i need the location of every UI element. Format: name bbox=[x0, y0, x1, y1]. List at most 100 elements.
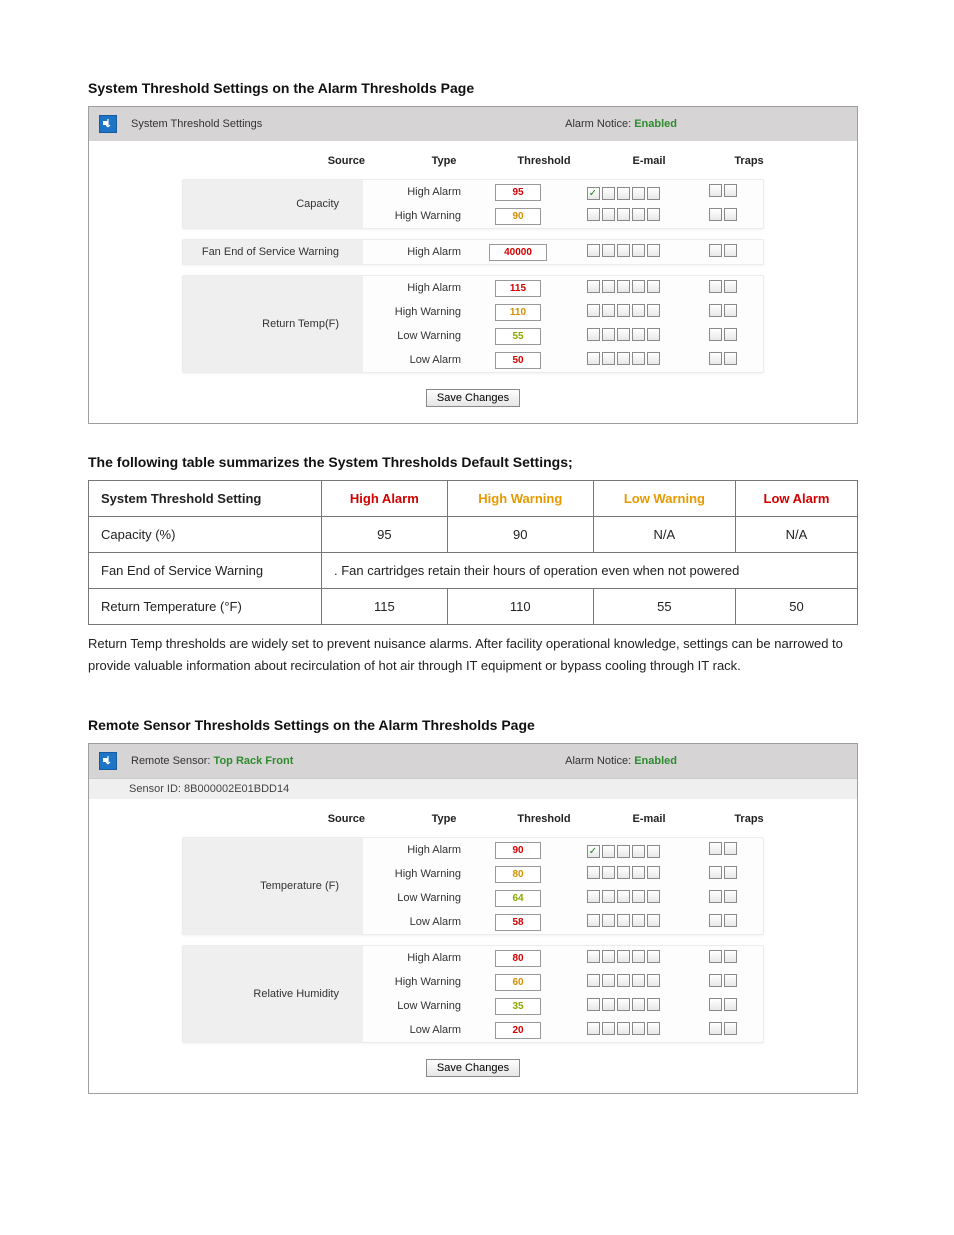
email-checkbox[interactable] bbox=[617, 866, 630, 879]
email-checkbox[interactable] bbox=[587, 244, 600, 257]
threshold-input[interactable] bbox=[495, 304, 541, 321]
email-checkbox[interactable] bbox=[617, 998, 630, 1011]
email-checkbox[interactable] bbox=[617, 208, 630, 221]
save-button[interactable]: Save Changes bbox=[426, 389, 520, 407]
email-checkbox[interactable] bbox=[632, 208, 645, 221]
email-checkbox[interactable] bbox=[587, 1022, 600, 1035]
trap-checkbox[interactable] bbox=[709, 352, 722, 365]
email-checkbox[interactable] bbox=[587, 208, 600, 221]
email-checkbox[interactable] bbox=[647, 208, 660, 221]
email-checkbox[interactable] bbox=[587, 974, 600, 987]
trap-checkbox[interactable] bbox=[709, 950, 722, 963]
email-checkbox[interactable] bbox=[587, 950, 600, 963]
threshold-input[interactable] bbox=[495, 974, 541, 991]
email-checkbox[interactable] bbox=[617, 304, 630, 317]
email-checkbox[interactable] bbox=[632, 890, 645, 903]
trap-checkbox[interactable] bbox=[709, 208, 722, 221]
trap-checkbox[interactable] bbox=[709, 280, 722, 293]
trap-checkbox[interactable] bbox=[724, 866, 737, 879]
email-checkbox[interactable] bbox=[647, 328, 660, 341]
threshold-input[interactable] bbox=[495, 280, 541, 297]
trap-checkbox[interactable] bbox=[724, 304, 737, 317]
email-checkbox[interactable] bbox=[617, 845, 630, 858]
threshold-input[interactable] bbox=[495, 950, 541, 967]
threshold-input[interactable] bbox=[489, 244, 547, 261]
email-checkbox[interactable] bbox=[587, 914, 600, 927]
trap-checkbox[interactable] bbox=[709, 1022, 722, 1035]
email-checkbox[interactable] bbox=[647, 998, 660, 1011]
email-checkbox[interactable] bbox=[602, 890, 615, 903]
trap-checkbox[interactable] bbox=[724, 842, 737, 855]
trap-checkbox[interactable] bbox=[724, 328, 737, 341]
email-checkbox[interactable] bbox=[647, 890, 660, 903]
trap-checkbox[interactable] bbox=[709, 998, 722, 1011]
trap-checkbox[interactable] bbox=[724, 208, 737, 221]
email-checkbox[interactable] bbox=[602, 950, 615, 963]
email-checkbox[interactable] bbox=[617, 244, 630, 257]
trap-checkbox[interactable] bbox=[724, 890, 737, 903]
email-checkbox[interactable] bbox=[602, 208, 615, 221]
email-checkbox[interactable] bbox=[602, 974, 615, 987]
email-checkbox[interactable] bbox=[587, 328, 600, 341]
email-checkbox[interactable] bbox=[587, 890, 600, 903]
email-checkbox[interactable] bbox=[632, 974, 645, 987]
email-checkbox[interactable] bbox=[602, 845, 615, 858]
trap-checkbox[interactable] bbox=[724, 1022, 737, 1035]
save-button[interactable]: Save Changes bbox=[426, 1059, 520, 1077]
trap-checkbox[interactable] bbox=[709, 842, 722, 855]
email-checkbox[interactable] bbox=[602, 304, 615, 317]
trap-checkbox[interactable] bbox=[724, 950, 737, 963]
email-checkbox[interactable] bbox=[647, 352, 660, 365]
email-checkbox[interactable] bbox=[602, 280, 615, 293]
email-checkbox[interactable] bbox=[632, 866, 645, 879]
email-checkbox[interactable] bbox=[647, 950, 660, 963]
email-checkbox[interactable] bbox=[647, 974, 660, 987]
trap-checkbox[interactable] bbox=[709, 244, 722, 257]
trap-checkbox[interactable] bbox=[724, 244, 737, 257]
threshold-input[interactable] bbox=[495, 208, 541, 225]
email-checkbox[interactable] bbox=[632, 845, 645, 858]
trap-checkbox[interactable] bbox=[724, 974, 737, 987]
email-checkbox[interactable] bbox=[617, 328, 630, 341]
email-checkbox[interactable] bbox=[602, 914, 615, 927]
threshold-input[interactable] bbox=[495, 866, 541, 883]
trap-checkbox[interactable] bbox=[724, 280, 737, 293]
email-checkbox[interactable] bbox=[632, 950, 645, 963]
trap-checkbox[interactable] bbox=[724, 352, 737, 365]
email-checkbox[interactable] bbox=[587, 304, 600, 317]
trap-checkbox[interactable] bbox=[724, 184, 737, 197]
email-checkbox[interactable] bbox=[587, 866, 600, 879]
trap-checkbox[interactable] bbox=[709, 184, 722, 197]
trap-checkbox[interactable] bbox=[709, 304, 722, 317]
trap-checkbox[interactable] bbox=[709, 974, 722, 987]
threshold-input[interactable] bbox=[495, 328, 541, 345]
email-checkbox[interactable] bbox=[647, 304, 660, 317]
threshold-input[interactable] bbox=[495, 352, 541, 369]
trap-checkbox[interactable] bbox=[724, 914, 737, 927]
threshold-input[interactable] bbox=[495, 1022, 541, 1039]
email-checkbox[interactable]: ✓ bbox=[587, 187, 600, 200]
email-checkbox[interactable]: ✓ bbox=[587, 845, 600, 858]
threshold-input[interactable] bbox=[495, 914, 541, 931]
email-checkbox[interactable] bbox=[617, 950, 630, 963]
email-checkbox[interactable] bbox=[632, 304, 645, 317]
email-checkbox[interactable] bbox=[632, 352, 645, 365]
email-checkbox[interactable] bbox=[617, 1022, 630, 1035]
email-checkbox[interactable] bbox=[602, 998, 615, 1011]
email-checkbox[interactable] bbox=[587, 998, 600, 1011]
email-checkbox[interactable] bbox=[647, 187, 660, 200]
threshold-input[interactable] bbox=[495, 184, 541, 201]
trap-checkbox[interactable] bbox=[709, 914, 722, 927]
email-checkbox[interactable] bbox=[647, 914, 660, 927]
threshold-input[interactable] bbox=[495, 890, 541, 907]
email-checkbox[interactable] bbox=[602, 866, 615, 879]
email-checkbox[interactable] bbox=[617, 352, 630, 365]
email-checkbox[interactable] bbox=[617, 974, 630, 987]
threshold-input[interactable] bbox=[495, 998, 541, 1015]
email-checkbox[interactable] bbox=[602, 1022, 615, 1035]
trap-checkbox[interactable] bbox=[709, 866, 722, 879]
email-checkbox[interactable] bbox=[632, 280, 645, 293]
email-checkbox[interactable] bbox=[647, 1022, 660, 1035]
email-checkbox[interactable] bbox=[587, 352, 600, 365]
email-checkbox[interactable] bbox=[602, 328, 615, 341]
